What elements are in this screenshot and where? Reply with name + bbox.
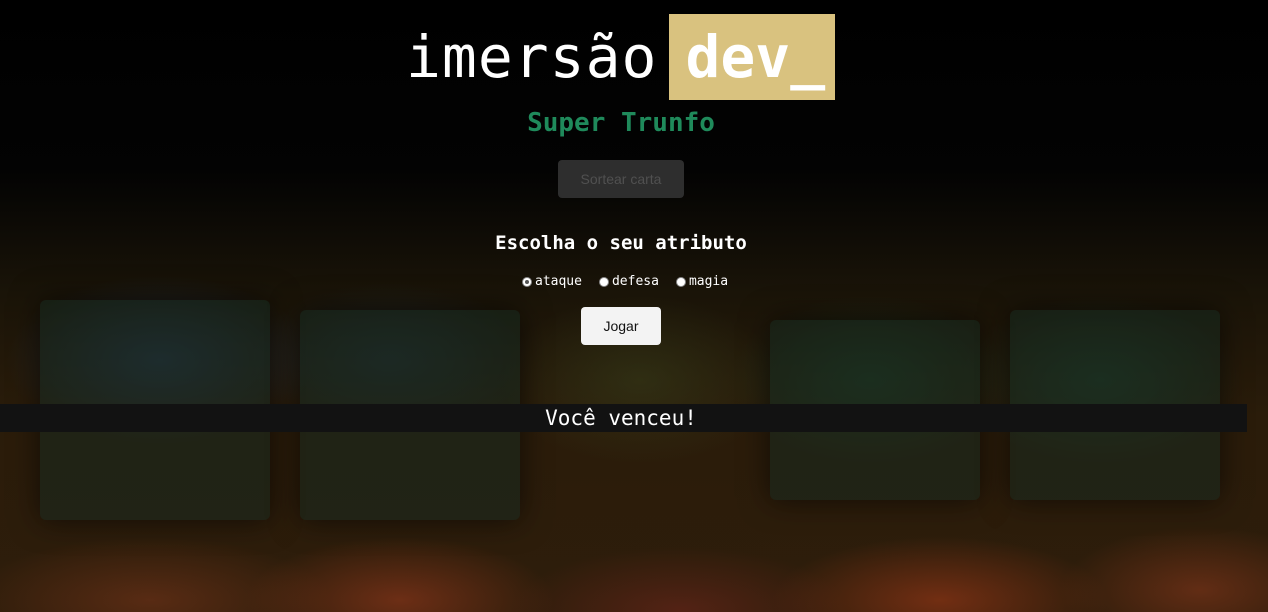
attribute-option-defesa[interactable]: defesa: [598, 274, 659, 289]
logo: imersão dev_: [406, 14, 836, 100]
attribute-options: ataque defesa magia: [522, 274, 745, 289]
radio-defesa[interactable]: [598, 276, 609, 287]
draw-card-button[interactable]: Sortear carta: [558, 160, 684, 198]
radio-ataque[interactable]: [522, 276, 532, 287]
play-button[interactable]: Jogar: [581, 307, 661, 345]
page-content: imersão dev_ Super Trunfo Sortear carta …: [0, 0, 1268, 612]
attribute-option-magia[interactable]: magia: [675, 274, 729, 289]
logo-highlight: dev_: [669, 14, 836, 100]
attribute-option-ataque[interactable]: ataque: [522, 274, 582, 289]
attribute-prompt: Escolha o seu atributo: [495, 232, 747, 254]
page-title: Super Trunfo: [527, 108, 715, 138]
radio-magia[interactable]: [675, 276, 686, 287]
attribute-label: magia: [688, 274, 729, 289]
logo-text: imersão: [406, 23, 658, 91]
attribute-label: ataque: [535, 274, 582, 289]
result-message: Você venceu!: [545, 406, 697, 430]
attribute-label: defesa: [611, 274, 659, 289]
